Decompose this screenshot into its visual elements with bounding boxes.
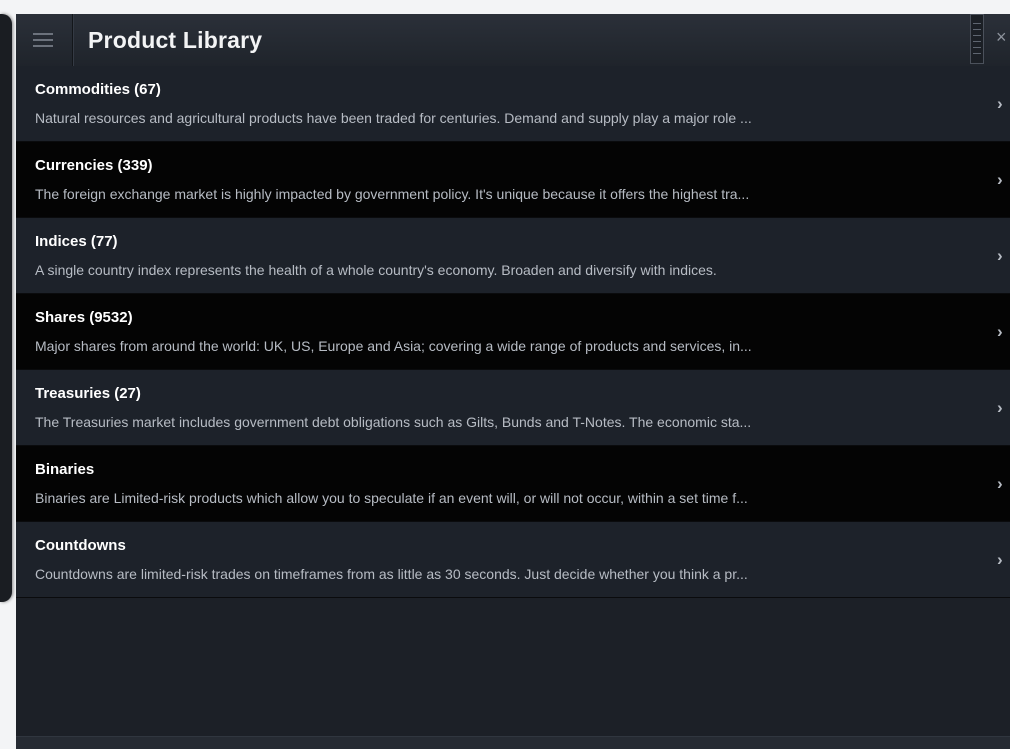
close-icon[interactable]: × — [996, 27, 1007, 48]
chevron-right-icon: › — [997, 550, 1003, 569]
window-title: Product Library — [88, 27, 263, 53]
chevron-right-icon: › — [997, 246, 1003, 265]
product-title: Currencies (339) — [35, 157, 153, 174]
product-description: Natural resources and agricultural produ… — [35, 110, 752, 126]
product-item-currencies[interactable]: Currencies (339) The foreign exchange ma… — [16, 142, 1010, 218]
product-title: Indices (77) — [35, 233, 118, 250]
footer-bar — [16, 736, 1010, 749]
chevron-right-icon: › — [997, 322, 1003, 341]
product-title: Countdowns — [35, 537, 126, 554]
product-item-countdowns[interactable]: Countdowns Countdowns are limited-risk t… — [16, 522, 1010, 598]
product-list: Commodities (67) Natural resources and a… — [16, 66, 1010, 598]
product-description: The foreign exchange market is highly im… — [35, 186, 750, 202]
chevron-right-icon: › — [997, 398, 1003, 417]
product-description: The Treasuries market includes governmen… — [35, 414, 752, 430]
chevron-right-icon: › — [997, 474, 1003, 493]
product-description: A single country index represents the he… — [35, 262, 717, 278]
product-item-indices[interactable]: Indices (77) A single country index repr… — [16, 218, 1010, 294]
product-item-binaries[interactable]: Binaries Binaries are Limited-risk produ… — [16, 446, 1010, 522]
background-panel-edge — [0, 14, 12, 602]
product-item-treasuries[interactable]: Treasuries (27) The Treasuries market in… — [16, 370, 1010, 446]
product-title: Shares (9532) — [35, 309, 133, 326]
product-title: Binaries — [35, 461, 95, 478]
product-item-shares[interactable]: Shares (9532) Major shares from around t… — [16, 294, 1010, 370]
chevron-right-icon: › — [997, 170, 1003, 189]
product-description: Binaries are Limited-risk products which… — [35, 490, 748, 506]
scrollbar-grip[interactable] — [970, 14, 984, 64]
product-item-commodities[interactable]: Commodities (67) Natural resources and a… — [16, 66, 1010, 142]
product-title: Treasuries (27) — [35, 385, 141, 402]
title-bar: Product Library × — [16, 14, 1010, 67]
product-description: Major shares from around the world: UK, … — [35, 338, 752, 354]
menu-button[interactable] — [16, 14, 73, 66]
chevron-right-icon: › — [997, 94, 1003, 113]
hamburger-icon — [33, 33, 53, 47]
product-title: Commodities (67) — [35, 81, 161, 98]
product-library-window: Product Library × Commodities (67) Natur… — [16, 14, 1010, 749]
product-description: Countdowns are limited-risk trades on ti… — [35, 566, 748, 582]
